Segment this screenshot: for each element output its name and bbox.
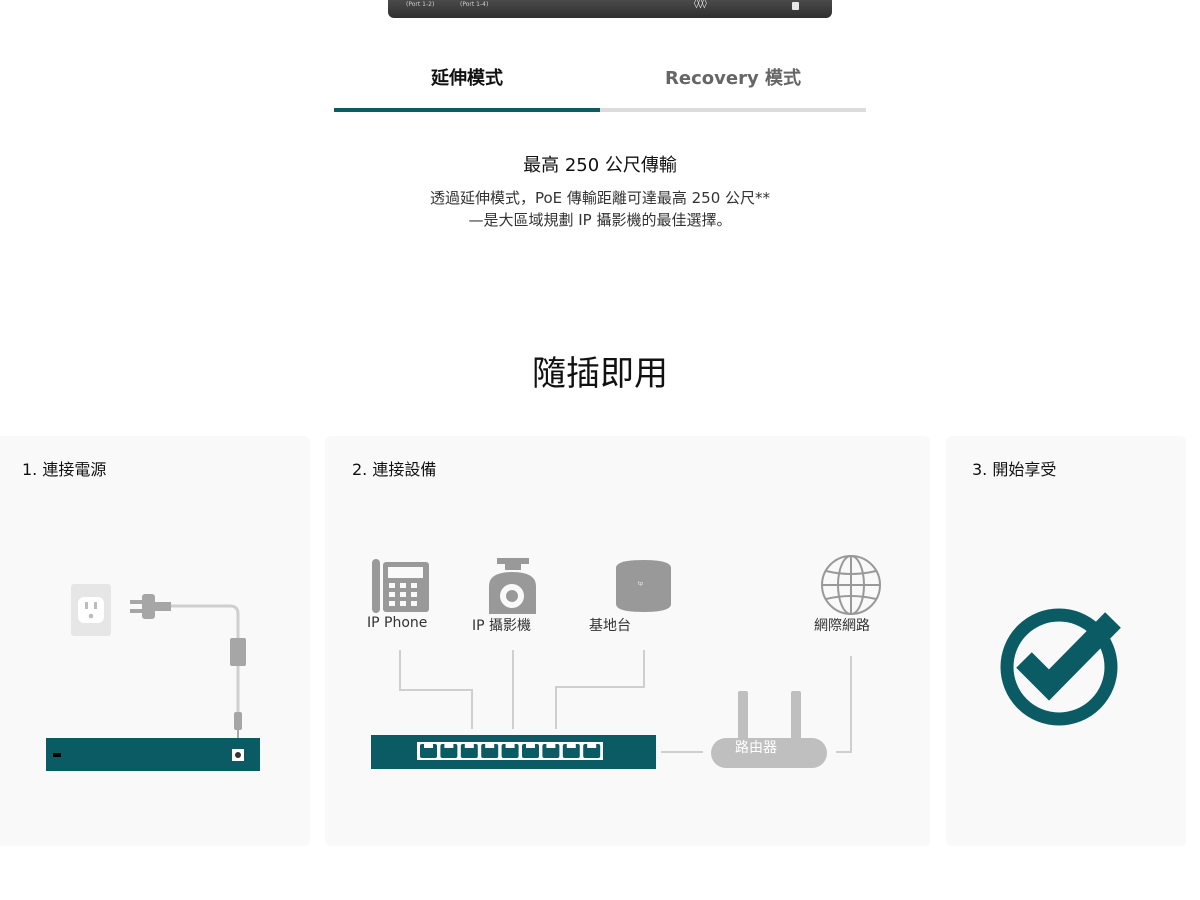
tab-extend-mode[interactable]: 延伸模式 (334, 56, 600, 102)
checkmark-circle-icon (1000, 608, 1121, 726)
connection-diagram: tp (371, 555, 881, 769)
tab-recovery-mode[interactable]: Recovery 模式 (600, 56, 866, 102)
switch-port-notch (505, 744, 515, 748)
switch-port-notch (464, 744, 474, 748)
globe-icon (821, 555, 881, 615)
power-illustration (46, 584, 260, 771)
device-label-access-point: 基地台 (589, 618, 631, 634)
active-tab-indicator (334, 108, 600, 112)
access-point-icon: tp (616, 560, 671, 612)
switch-port-notch (566, 744, 576, 748)
switch-ports (420, 744, 601, 758)
ip-camera-icon (489, 558, 536, 614)
port-label-1: (Port 1-2) (406, 1, 435, 8)
device-label-internet: 網際網路 (814, 618, 870, 634)
step-card-power: 1. 連接電源 (0, 436, 310, 846)
switch-port-notch (587, 744, 597, 748)
switch-port-notch (546, 744, 556, 748)
extend-mode-heading: 最高 250 公尺傳輸 (523, 155, 677, 176)
device-label-ip-phone: IP Phone (367, 615, 428, 631)
enjoy-illustration (1000, 608, 1121, 726)
port-label-2: (Port 1-4) (460, 1, 489, 8)
power-outlet-icon (71, 584, 111, 636)
svg-text:tp: tp (638, 581, 643, 587)
step-card-connect: 2. 連接設備 tp IP Phone IP 攝影機 基地台 網際網路 路由器 (325, 436, 930, 846)
device-label-ip-camera: IP 攝影機 (472, 618, 532, 634)
switch-port-notch (485, 744, 495, 748)
plug-and-play-title: 隨插即用 (532, 354, 668, 394)
device-image-strip: (Port 1-2) (Port 1-4) ◊◊◊ (388, 0, 832, 18)
step-card-enjoy: 3. 開始享受 (946, 436, 1186, 846)
extend-mode-description: 透過延伸模式，PoE 傳輸距離可達最高 250 公尺** —是大區域規劃 IP … (0, 187, 1200, 231)
power-plug-icon (130, 594, 171, 619)
mode-tabs: 延伸模式 Recovery 模式 (334, 56, 866, 112)
description-line-2: —是大區域規劃 IP 攝影機的最佳選擇。 (468, 211, 732, 229)
switch-front-icon (371, 735, 656, 769)
ip-phone-icon (372, 559, 429, 613)
router-label: 路由器 (735, 740, 777, 756)
device-logo-icon: ◊◊◊ (694, 0, 707, 9)
device-badge-icon (792, 2, 799, 10)
switch-port-notch (424, 744, 433, 748)
switch-back-icon (46, 738, 260, 771)
switch-port-notch (444, 744, 454, 748)
switch-port-notch (526, 744, 535, 748)
power-adapter-icon (230, 638, 246, 666)
description-line-1: 透過延伸模式，PoE 傳輸距離可達最高 250 公尺** (429, 189, 771, 207)
